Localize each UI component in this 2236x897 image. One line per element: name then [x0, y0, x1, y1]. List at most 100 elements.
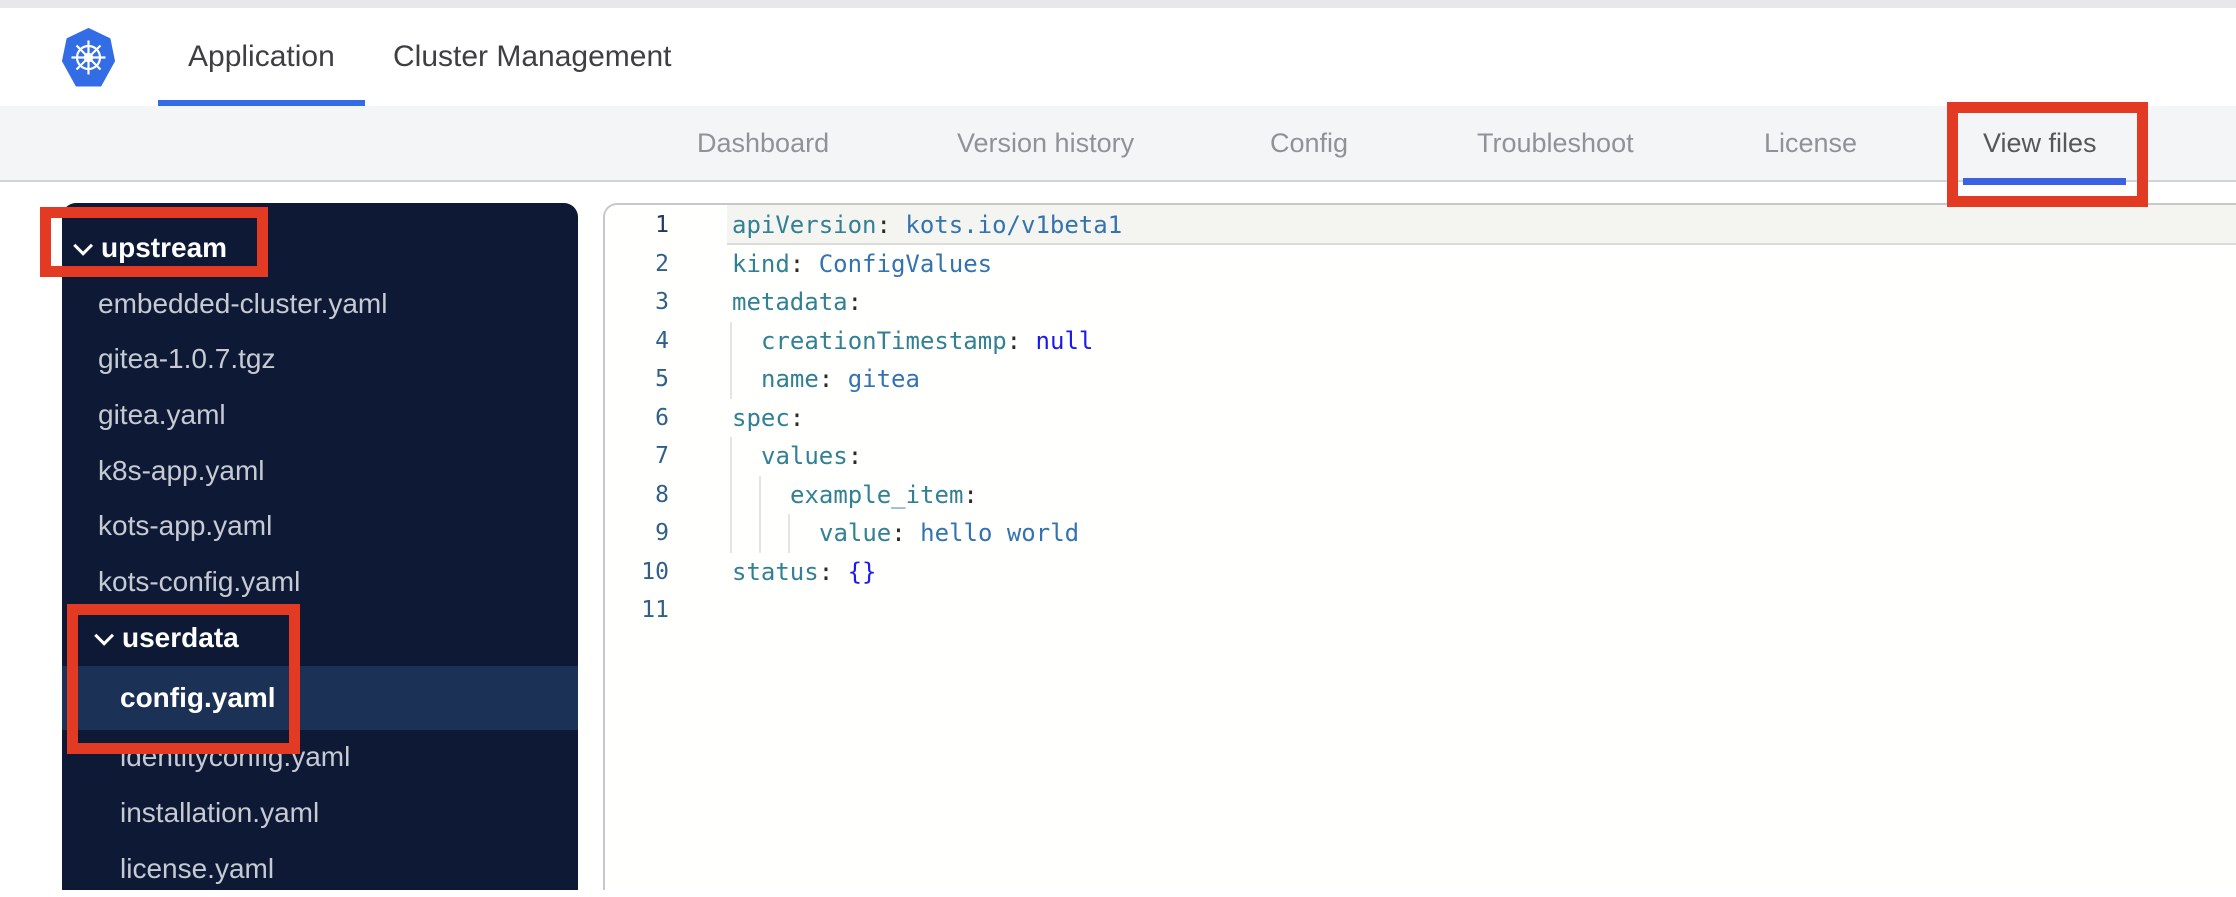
view-files-active-underline	[1963, 178, 2126, 185]
token-val: kots.io/v1beta1	[905, 211, 1123, 239]
token-key: status	[732, 557, 819, 586]
token-key: example_item	[790, 480, 964, 509]
token-key: creationTimestamp	[761, 326, 1007, 355]
sidebar-item-kots-config-yaml[interactable]: kots-config.yaml	[62, 554, 578, 610]
sidebar-item-userdata[interactable]: userdata	[62, 610, 578, 666]
code-line-3: 3 metadata:	[605, 283, 2236, 322]
tab-dashboard[interactable]: Dashboard	[697, 106, 829, 180]
file-label: kots-app.yaml	[98, 510, 273, 542]
line-number: 2	[655, 250, 669, 277]
line-number: 4	[655, 327, 669, 354]
code-line-9: 9 value: hello world	[605, 514, 2236, 553]
token-kw: null	[1035, 326, 1094, 355]
token-punc: :	[818, 365, 848, 393]
token-punc: :	[818, 557, 848, 586]
token-key: values	[761, 442, 848, 470]
sidebar-item-identityconfig-yaml[interactable]: identityconfig.yaml	[62, 730, 578, 786]
sidebar-item-k8s-app-yaml[interactable]: k8s-app.yaml	[62, 443, 578, 499]
token-key: metadata	[732, 288, 848, 316]
kubernetes-logo-icon	[62, 28, 115, 88]
line-number: 8	[655, 481, 669, 508]
token-punc: :	[876, 211, 906, 239]
chevron-down-icon	[73, 235, 94, 256]
code-text: status: {}	[732, 553, 877, 592]
token-val: ConfigValues	[818, 249, 993, 278]
tab-version-history[interactable]: Version history	[957, 106, 1134, 180]
line-number: 6	[655, 404, 669, 431]
code-line-6: 6 spec:	[605, 399, 2236, 438]
token-punc: :	[847, 288, 863, 316]
code-line-5: 5 name: gitea	[605, 360, 2236, 399]
chevron-down-icon	[94, 625, 115, 646]
file-label: identityconfig.yaml	[120, 741, 351, 773]
code-line-2: 2 kind: ConfigValues	[605, 245, 2236, 284]
code-line-7: 7 values:	[605, 437, 2236, 476]
file-label: config.yaml	[120, 681, 276, 713]
token-key: kind	[732, 249, 790, 278]
sidebar-item-config-yaml[interactable]: config.yaml	[62, 665, 578, 730]
folder-label: upstream	[101, 231, 228, 263]
code-line-8: 8 example_item:	[605, 475, 2236, 515]
app-header: Application Cluster Management	[0, 8, 2236, 108]
token-punc: :	[963, 480, 978, 509]
code-text: kind: ConfigValues	[732, 245, 992, 284]
line-number: 3	[655, 289, 669, 315]
code-text: name: gitea	[732, 360, 920, 399]
sidebar-item-upstream[interactable]: upstream	[62, 220, 578, 276]
token-punc: :	[847, 442, 863, 470]
token-key: apiVersion	[732, 211, 877, 239]
sidebar-item-license-yaml[interactable]: license.yaml	[62, 841, 578, 897]
line-number: 11	[641, 597, 669, 623]
sidebar-item-kots-app-yaml[interactable]: kots-app.yaml	[62, 498, 578, 554]
code-line-11: 11	[605, 591, 2236, 630]
line-number: 7	[655, 443, 669, 469]
file-label: license.yaml	[120, 852, 275, 884]
token-punc: :	[1006, 326, 1036, 355]
token-key: value	[819, 519, 892, 547]
code-line-1: 1 apiVersion: kots.io/v1beta1	[605, 205, 2236, 245]
code-text: spec:	[732, 399, 804, 438]
app-subnav: Dashboard Version history Config Trouble…	[0, 106, 2236, 182]
file-label: installation.yaml	[120, 797, 320, 829]
token-val: hello world	[920, 519, 1080, 547]
token-key: spec	[732, 403, 790, 432]
sidebar-item-gitea-yaml[interactable]: gitea.yaml	[62, 387, 578, 443]
sidebar-item-gitea-1-0-7-tgz[interactable]: gitea-1.0.7.tgz	[62, 331, 578, 387]
sidebar-item-embedded-cluster-yaml[interactable]: embedded-cluster.yaml	[62, 276, 578, 332]
line-number: 1	[655, 212, 669, 238]
file-label: gitea-1.0.7.tgz	[98, 343, 276, 375]
code-text: apiVersion: kots.io/v1beta1	[732, 206, 1122, 245]
token-punc: :	[789, 403, 805, 432]
tab-view-files[interactable]: View files	[1983, 106, 2097, 180]
code-text: metadata:	[732, 283, 862, 322]
code-text: creationTimestamp: null	[732, 322, 1093, 361]
tab-troubleshoot[interactable]: Troubleshoot	[1477, 106, 1634, 180]
code-text: values:	[732, 437, 862, 476]
tab-config[interactable]: Config	[1270, 106, 1348, 180]
token-punc: :	[891, 519, 921, 547]
code-line-4: 4 creationTimestamp: null	[605, 321, 2236, 361]
file-label: embedded-cluster.yaml	[98, 287, 388, 319]
file-label: gitea.yaml	[98, 398, 226, 430]
line-number: 9	[655, 520, 669, 546]
yaml-code-view: 1 apiVersion: kots.io/v1beta1 2 kind: Confi…	[605, 205, 2236, 890]
file-label: kots-config.yaml	[98, 565, 301, 597]
sidebar-item-installation-yaml[interactable]: installation.yaml	[62, 785, 578, 841]
file-tree-sidebar: upstream embedded-cluster.yaml gitea-1.0.7…	[62, 203, 578, 890]
line-number: 10	[641, 558, 669, 585]
tab-license[interactable]: License	[1764, 106, 1857, 180]
code-text: example_item:	[732, 476, 978, 515]
token-val: gitea	[847, 365, 920, 393]
token-punc: :	[789, 249, 819, 278]
tab-cluster-management[interactable]: Cluster Management	[393, 8, 671, 106]
line-number: 5	[655, 366, 669, 392]
tab-application[interactable]: Application	[188, 8, 335, 106]
token-kw: {}	[847, 557, 877, 586]
token-key: name	[761, 365, 819, 393]
code-text: value: hello world	[732, 514, 1079, 553]
file-content-editor[interactable]: 1 apiVersion: kots.io/v1beta1 2 kind: Confi…	[603, 203, 2236, 890]
code-line-10: 10 status: {}	[605, 553, 2236, 592]
browser-chrome-strip	[0, 0, 2236, 8]
folder-label: userdata	[122, 621, 239, 653]
file-label: k8s-app.yaml	[98, 454, 265, 486]
